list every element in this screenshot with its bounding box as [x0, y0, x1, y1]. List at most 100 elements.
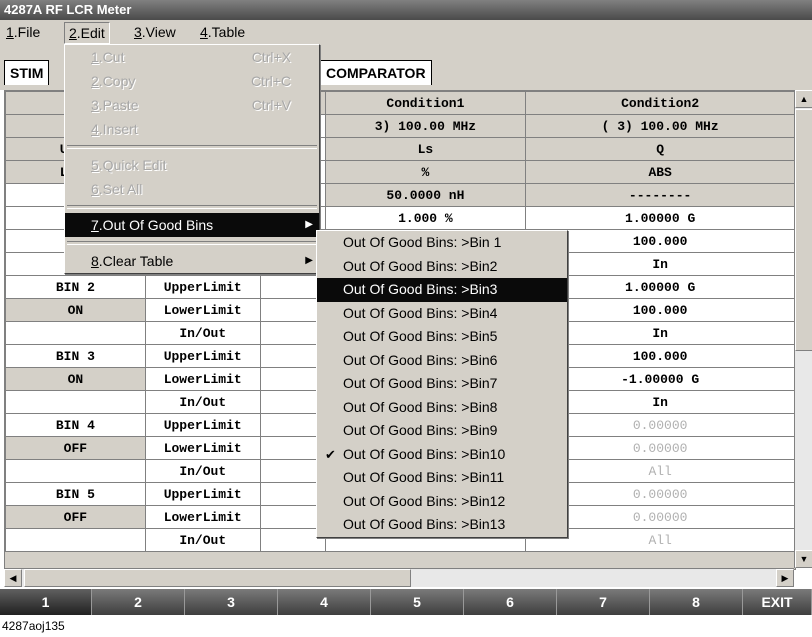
table-cell[interactable]: ON [5, 367, 146, 391]
submenu-item-bin[interactable]: Out Of Good Bins: >Bin11 [317, 466, 567, 490]
tab-stimulus[interactable]: STIM [4, 60, 50, 85]
horizontal-scrollbar[interactable]: ◀ ▶ [4, 568, 794, 587]
table-cell[interactable]: OFF [5, 436, 146, 460]
menu-item-shortcut: Ctrl+V [251, 97, 291, 113]
table-cell[interactable]: BIN 3 [5, 344, 146, 368]
softkey-5[interactable]: 5 [371, 589, 464, 615]
checkmark-icon: ✔ [325, 446, 336, 462]
menu-item-label: 1.Cut [91, 49, 125, 65]
scroll-left-icon[interactable]: ◀ [4, 569, 22, 587]
menu-item-label: 2.Copy [91, 73, 136, 89]
submenu-item-label: Out Of Good Bins: >Bin13 [343, 516, 506, 532]
table-cell[interactable]: 50.0000 nH [324, 183, 527, 207]
menu-table[interactable]: 4.Table [196, 22, 249, 42]
scroll-right-icon[interactable]: ▶ [776, 569, 794, 587]
menu-bar: 1.File 2.Edit 3.View 4.Table [0, 20, 812, 45]
submenu-item-label: Out Of Good Bins: >Bin4 [343, 304, 498, 321]
table-cell[interactable]: UpperLimit [144, 482, 261, 506]
softkey-3[interactable]: 3 [185, 589, 278, 615]
menu-item-label: 7.Out Of Good Bins [91, 217, 214, 233]
submenu-arrow-icon: ▶ [305, 255, 313, 266]
submenu-item-label: Out Of Good Bins: >Bin11 [343, 469, 505, 485]
submenu-item-bin[interactable]: Out Of Good Bins: >Bin7 [317, 372, 567, 396]
table-cell[interactable]: ( 3) 100.00 MHz [525, 114, 795, 138]
horizontal-scroll-thumb[interactable] [24, 569, 411, 587]
table-cell[interactable]: In/Out [144, 459, 261, 483]
scroll-up-icon[interactable]: ▲ [795, 90, 812, 108]
scroll-down-icon[interactable]: ▼ [795, 550, 812, 568]
table-cell[interactable]: In/Out [144, 390, 261, 414]
table-cell[interactable]: In/Out [144, 321, 261, 345]
table-cell[interactable]: LowerLimit [144, 505, 261, 529]
table-cell[interactable] [5, 390, 146, 414]
table-cell[interactable]: BIN 2 [5, 275, 146, 299]
table-cell[interactable]: BIN 5 [5, 482, 146, 506]
table-cell[interactable]: 3) 100.00 MHz [324, 114, 527, 138]
submenu-item-bin[interactable]: ✔ Out Of Good Bins: >Bin10 [317, 443, 567, 467]
submenu-item-bin[interactable]: Out Of Good Bins: >Bin3 [317, 278, 567, 302]
submenu-item-bin[interactable]: Out Of Good Bins: >Bin13 [317, 513, 567, 537]
edit-menu-item[interactable]: 8.Clear Table ▶ [65, 249, 319, 273]
table-cell[interactable]: ABS [525, 160, 795, 184]
table-cell[interactable]: LowerLimit [144, 436, 261, 460]
submenu-item-bin[interactable]: Out Of Good Bins: >Bin12 [317, 490, 567, 514]
menu-file[interactable]: 1.File [2, 22, 44, 42]
menu-item-label: 4.Insert [91, 121, 138, 137]
table-cell[interactable]: 1.00000 G [525, 206, 795, 230]
table-cell[interactable] [5, 321, 146, 345]
out-of-good-bins-submenu: Out Of Good Bins: >Bin 1 Out Of Good Bins… [316, 230, 568, 538]
submenu-item-bin[interactable]: Out Of Good Bins: >Bin8 [317, 396, 567, 420]
table-cell[interactable]: 1.000 % [324, 206, 527, 230]
table-cell[interactable]: OFF [5, 505, 146, 529]
table-cell[interactable]: Ls [324, 137, 527, 161]
submenu-arrow-icon: ▶ [305, 219, 313, 230]
menu-item-shortcut: Ctrl+X [251, 49, 291, 65]
softkey-4[interactable]: 4 [278, 589, 371, 615]
table-cell[interactable] [5, 528, 146, 552]
submenu-item-bin[interactable]: Out Of Good Bins: >Bin 1 [317, 231, 567, 255]
submenu-item-bin[interactable]: Out Of Good Bins: >Bin6 [317, 349, 567, 373]
softkey-2[interactable]: 2 [92, 589, 185, 615]
table-cell[interactable]: In/Out [144, 528, 261, 552]
tab-comparator[interactable]: COMPARATOR [320, 60, 432, 85]
table-cell[interactable]: UpperLimit [144, 275, 261, 299]
softkey-1[interactable]: 1 [0, 589, 92, 615]
submenu-item-label: Out Of Good Bins: >Bin 1 [343, 234, 502, 250]
vertical-scroll-thumb[interactable] [795, 109, 812, 351]
submenu-item-bin[interactable]: Out Of Good Bins: >Bin2 [317, 255, 567, 279]
submenu-item-label: Out Of Good Bins: >Bin3 [343, 281, 498, 297]
softkey-6[interactable]: 6 [464, 589, 557, 615]
softkey-8[interactable]: 8 [650, 589, 743, 615]
table-cell[interactable]: UpperLimit [144, 413, 261, 437]
menu-edit[interactable]: 2.Edit [64, 22, 110, 44]
submenu-item-bin[interactable]: Out Of Good Bins: >Bin5 [317, 325, 567, 349]
submenu-item-label: Out Of Good Bins: >Bin2 [343, 257, 498, 274]
softkey-7[interactable]: 7 [557, 589, 650, 615]
edit-menu-item: 2.Copy Ctrl+C [65, 69, 319, 93]
submenu-item-label: Out Of Good Bins: >Bin7 [343, 375, 498, 391]
menu-view[interactable]: 3.View [130, 22, 180, 42]
edit-menu-item: 6.Set All [65, 177, 319, 201]
table-cell[interactable]: LowerLimit [144, 367, 261, 391]
vertical-scrollbar[interactable]: ▲ ▼ [794, 90, 812, 568]
edit-menu-item[interactable]: 7.Out Of Good Bins ▶ [65, 213, 319, 237]
table-cell[interactable]: % [324, 160, 527, 184]
edit-menu-item: 5.Quick Edit [65, 153, 319, 177]
table-cell[interactable]: ON [5, 298, 146, 322]
submenu-item-bin[interactable]: Out Of Good Bins: >Bin4 [317, 302, 567, 326]
table-cell[interactable]: BIN 4 [5, 413, 146, 437]
column-header: Condition2 [525, 91, 795, 115]
table-cell[interactable]: LowerLimit [144, 298, 261, 322]
table-cell[interactable]: UpperLimit [144, 344, 261, 368]
table-cell[interactable] [5, 459, 146, 483]
table-cell[interactable]: -------- [525, 183, 795, 207]
softkey-bar: 1 2 3 4 5 6 7 8 EXIT [0, 589, 812, 615]
menu-item-label: 6.Set All [91, 181, 143, 197]
softkey-exit[interactable]: EXIT [743, 589, 812, 615]
menu-item-shortcut: Ctrl+C [250, 73, 291, 89]
title-bar: 4287A RF LCR Meter [0, 0, 812, 20]
submenu-item-bin[interactable]: Out Of Good Bins: >Bin9 [317, 419, 567, 443]
submenu-item-label: Out Of Good Bins: >Bin9 [343, 422, 498, 438]
edit-menu-item: 4.Insert [65, 117, 319, 141]
table-cell[interactable]: Q [525, 137, 795, 161]
